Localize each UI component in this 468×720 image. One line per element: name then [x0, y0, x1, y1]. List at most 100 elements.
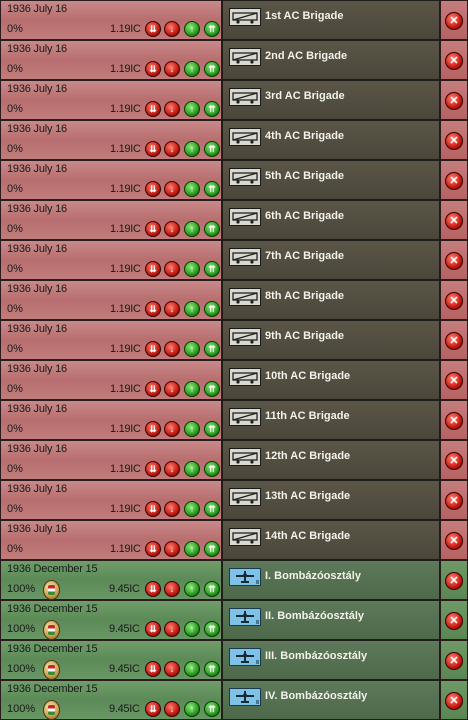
move-bottom-button[interactable]: ⇊	[145, 461, 161, 477]
move-bottom-button[interactable]: ⇊	[145, 701, 161, 717]
move-bottom-button[interactable]: ⇊	[145, 501, 161, 517]
unit-panel[interactable]: II. Bombázóosztály	[222, 600, 440, 640]
queue-row[interactable]: 1936 July 16 0% 1.19IC ⇊ ↓ ↑ ⇈ 12th AC B…	[0, 440, 468, 480]
move-up-button[interactable]: ↑	[184, 221, 200, 237]
move-top-button[interactable]: ⇈	[204, 261, 220, 277]
queue-row[interactable]: 1936 July 16 0% 1.19IC ⇊ ↓ ↑ ⇈ 9th AC Br…	[0, 320, 468, 360]
move-down-button[interactable]: ↓	[164, 621, 180, 637]
move-top-button[interactable]: ⇈	[204, 621, 220, 637]
remove-button[interactable]: ✕	[445, 132, 463, 150]
queue-row[interactable]: 1936 July 16 0% 1.19IC ⇊ ↓ ↑ ⇈ 10th AC B…	[0, 360, 468, 400]
queue-row[interactable]: 1936 July 16 0% 1.19IC ⇊ ↓ ↑ ⇈ 11th AC B…	[0, 400, 468, 440]
unit-panel[interactable]: III. Bombázóosztály	[222, 640, 440, 680]
move-down-button[interactable]: ↓	[164, 181, 180, 197]
move-bottom-button[interactable]: ⇊	[145, 421, 161, 437]
move-top-button[interactable]: ⇈	[204, 61, 220, 77]
unit-panel[interactable]: 11th AC Brigade	[222, 400, 440, 440]
move-up-button[interactable]: ↑	[184, 541, 200, 557]
move-top-button[interactable]: ⇈	[204, 461, 220, 477]
move-down-button[interactable]: ↓	[164, 661, 180, 677]
move-bottom-button[interactable]: ⇊	[145, 381, 161, 397]
remove-button[interactable]: ✕	[445, 412, 463, 430]
move-up-button[interactable]: ↑	[184, 701, 200, 717]
move-up-button[interactable]: ↑	[184, 461, 200, 477]
move-down-button[interactable]: ↓	[164, 421, 180, 437]
move-bottom-button[interactable]: ⇊	[145, 141, 161, 157]
unit-panel[interactable]: I. Bombázóosztály	[222, 560, 440, 600]
move-up-button[interactable]: ↑	[184, 301, 200, 317]
move-bottom-button[interactable]: ⇊	[145, 661, 161, 677]
move-top-button[interactable]: ⇈	[204, 381, 220, 397]
unit-panel[interactable]: 2nd AC Brigade	[222, 40, 440, 80]
move-up-button[interactable]: ↑	[184, 61, 200, 77]
remove-button[interactable]: ✕	[445, 532, 463, 550]
move-up-button[interactable]: ↑	[184, 101, 200, 117]
move-up-button[interactable]: ↑	[184, 21, 200, 37]
move-down-button[interactable]: ↓	[164, 701, 180, 717]
move-up-button[interactable]: ↑	[184, 501, 200, 517]
unit-panel[interactable]: 6th AC Brigade	[222, 200, 440, 240]
remove-button[interactable]: ✕	[445, 252, 463, 270]
unit-panel[interactable]: 8th AC Brigade	[222, 280, 440, 320]
move-up-button[interactable]: ↑	[184, 181, 200, 197]
queue-row[interactable]: 1936 December 15 100% 9.45IC ⇊ ↓ ↑ ⇈ I. …	[0, 560, 468, 600]
queue-row[interactable]: 1936 July 16 0% 1.19IC ⇊ ↓ ↑ ⇈ 5th AC Br…	[0, 160, 468, 200]
move-up-button[interactable]: ↑	[184, 421, 200, 437]
queue-row[interactable]: 1936 July 16 0% 1.19IC ⇊ ↓ ↑ ⇈ 3rd AC Br…	[0, 80, 468, 120]
unit-panel[interactable]: 1st AC Brigade	[222, 0, 440, 40]
queue-row[interactable]: 1936 December 15 100% 9.45IC ⇊ ↓ ↑ ⇈ IV.…	[0, 680, 468, 720]
move-top-button[interactable]: ⇈	[204, 581, 220, 597]
move-bottom-button[interactable]: ⇊	[145, 221, 161, 237]
move-top-button[interactable]: ⇈	[204, 421, 220, 437]
move-down-button[interactable]: ↓	[164, 141, 180, 157]
move-up-button[interactable]: ↑	[184, 581, 200, 597]
unit-panel[interactable]: 10th AC Brigade	[222, 360, 440, 400]
queue-row[interactable]: 1936 July 16 0% 1.19IC ⇊ ↓ ↑ ⇈ 13th AC B…	[0, 480, 468, 520]
move-top-button[interactable]: ⇈	[204, 141, 220, 157]
queue-row[interactable]: 1936 July 16 0% 1.19IC ⇊ ↓ ↑ ⇈ 4th AC Br…	[0, 120, 468, 160]
remove-button[interactable]: ✕	[445, 452, 463, 470]
move-top-button[interactable]: ⇈	[204, 541, 220, 557]
remove-button[interactable]: ✕	[445, 612, 463, 630]
move-down-button[interactable]: ↓	[164, 581, 180, 597]
move-top-button[interactable]: ⇈	[204, 701, 220, 717]
move-down-button[interactable]: ↓	[164, 341, 180, 357]
unit-panel[interactable]: 14th AC Brigade	[222, 520, 440, 560]
remove-button[interactable]: ✕	[445, 212, 463, 230]
unit-panel[interactable]: 7th AC Brigade	[222, 240, 440, 280]
queue-row[interactable]: 1936 July 16 0% 1.19IC ⇊ ↓ ↑ ⇈ 7th AC Br…	[0, 240, 468, 280]
move-down-button[interactable]: ↓	[164, 21, 180, 37]
unit-panel[interactable]: 5th AC Brigade	[222, 160, 440, 200]
move-bottom-button[interactable]: ⇊	[145, 621, 161, 637]
move-up-button[interactable]: ↑	[184, 141, 200, 157]
move-bottom-button[interactable]: ⇊	[145, 581, 161, 597]
move-top-button[interactable]: ⇈	[204, 221, 220, 237]
remove-button[interactable]: ✕	[445, 652, 463, 670]
move-top-button[interactable]: ⇈	[204, 501, 220, 517]
remove-button[interactable]: ✕	[445, 12, 463, 30]
remove-button[interactable]: ✕	[445, 692, 463, 710]
move-down-button[interactable]: ↓	[164, 101, 180, 117]
move-up-button[interactable]: ↑	[184, 621, 200, 637]
unit-panel[interactable]: 9th AC Brigade	[222, 320, 440, 360]
move-down-button[interactable]: ↓	[164, 501, 180, 517]
remove-button[interactable]: ✕	[445, 52, 463, 70]
queue-row[interactable]: 1936 July 16 0% 1.19IC ⇊ ↓ ↑ ⇈ 8th AC Br…	[0, 280, 468, 320]
remove-button[interactable]: ✕	[445, 292, 463, 310]
remove-button[interactable]: ✕	[445, 572, 463, 590]
move-down-button[interactable]: ↓	[164, 301, 180, 317]
move-down-button[interactable]: ↓	[164, 261, 180, 277]
move-top-button[interactable]: ⇈	[204, 21, 220, 37]
move-down-button[interactable]: ↓	[164, 541, 180, 557]
move-down-button[interactable]: ↓	[164, 461, 180, 477]
remove-button[interactable]: ✕	[445, 372, 463, 390]
move-bottom-button[interactable]: ⇊	[145, 541, 161, 557]
queue-row[interactable]: 1936 December 15 100% 9.45IC ⇊ ↓ ↑ ⇈ II.…	[0, 600, 468, 640]
move-up-button[interactable]: ↑	[184, 341, 200, 357]
move-bottom-button[interactable]: ⇊	[145, 101, 161, 117]
move-top-button[interactable]: ⇈	[204, 341, 220, 357]
move-top-button[interactable]: ⇈	[204, 101, 220, 117]
move-top-button[interactable]: ⇈	[204, 181, 220, 197]
remove-button[interactable]: ✕	[445, 172, 463, 190]
unit-panel[interactable]: IV. Bombázóosztály	[222, 680, 440, 720]
